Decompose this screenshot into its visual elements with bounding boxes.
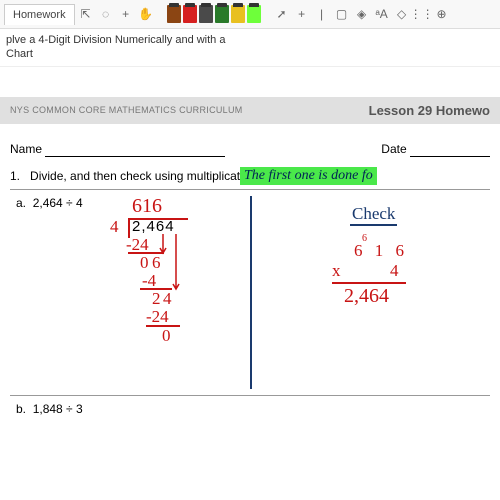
check-ans: 2,464 <box>344 286 389 307</box>
select-icon[interactable]: ◌ <box>97 5 115 23</box>
step3-res: 0 <box>162 327 171 345</box>
dividend: 2,464 <box>132 218 175 235</box>
subtitle: plve a 4-Digit Division Numerically and … <box>0 29 500 67</box>
name-date-fields: Name Date <box>0 124 500 165</box>
highlighter-yellow[interactable] <box>231 5 245 23</box>
curriculum-label: NYS COMMON CORE MATHEMATICS CURRICULUM <box>10 105 243 115</box>
check-x: x <box>332 262 341 280</box>
arrow2 <box>172 234 182 294</box>
problem-b: b. 1,848 ÷ 3 <box>10 395 490 422</box>
hand-icon[interactable]: ✋ <box>137 5 155 23</box>
step1-res: 0 <box>140 254 149 272</box>
toolbar: Homework ⇱ ◌ + ✋ ➚ + | ▢ ◈ ᵃA ◇ ⋮⋮ ⊕ <box>0 0 500 29</box>
worksheet: NYS COMMON CORE MATHEMATICS CURRICULUM L… <box>0 97 500 422</box>
vertical-divider <box>250 196 252 389</box>
check-mult: 4 <box>390 262 399 280</box>
name-field: Name <box>10 142 225 157</box>
quotient: 616 <box>132 196 162 217</box>
highlighted-note: The first one is done fo <box>240 167 377 185</box>
arrow-icon[interactable]: ➚ <box>273 5 291 23</box>
q-text: Divide, and then check using multiplicat… <box>30 169 259 183</box>
q-number: 1. <box>10 169 20 183</box>
highlighter-green[interactable] <box>215 5 229 23</box>
shape2-icon[interactable]: ◈ <box>353 5 371 23</box>
question-1: 1. Divide, and then check using multipli… <box>0 165 500 189</box>
highlighter-brown[interactable] <box>167 5 181 23</box>
link-icon[interactable]: ⇱ <box>77 5 95 23</box>
bring2: 4 <box>163 290 172 308</box>
date-field: Date <box>381 142 490 157</box>
check-title: Check <box>350 204 397 226</box>
subtitle-line2: Chart <box>6 47 494 61</box>
problem-a: a. 2,464 ÷ 4 <box>16 196 83 210</box>
plus-icon[interactable]: + <box>117 5 135 23</box>
more-icon[interactable]: ⊕ <box>433 5 451 23</box>
worksheet-header: NYS COMMON CORE MATHEMATICS CURRICULUM L… <box>0 97 500 124</box>
divider-icon[interactable]: | <box>313 5 331 23</box>
lesson-title: Lesson 29 Homewo <box>369 103 490 118</box>
highlighter-red[interactable] <box>183 5 197 23</box>
tab-homework[interactable]: Homework <box>4 4 75 25</box>
text-icon[interactable]: ᵃA <box>373 5 391 23</box>
work-area-a: a. 2,464 ÷ 4 616 4 2,464 -24 0 6 -4 2 4 … <box>10 189 490 395</box>
step3-sub: -24 <box>146 308 169 326</box>
step2-res: 2 <box>152 290 161 308</box>
highlighter-lime[interactable] <box>247 5 261 23</box>
highlighter-gray[interactable] <box>199 5 213 23</box>
eraser-icon[interactable]: ◇ <box>393 5 411 23</box>
check-top: 6 1 6 <box>354 242 408 260</box>
arrow1 <box>159 234 169 258</box>
add-icon[interactable]: + <box>293 5 311 23</box>
divisor: 4 <box>110 218 119 236</box>
shape1-icon[interactable]: ▢ <box>333 5 351 23</box>
subtitle-line1: plve a 4-Digit Division Numerically and … <box>6 33 494 47</box>
grid-icon[interactable]: ⋮⋮ <box>413 5 431 23</box>
